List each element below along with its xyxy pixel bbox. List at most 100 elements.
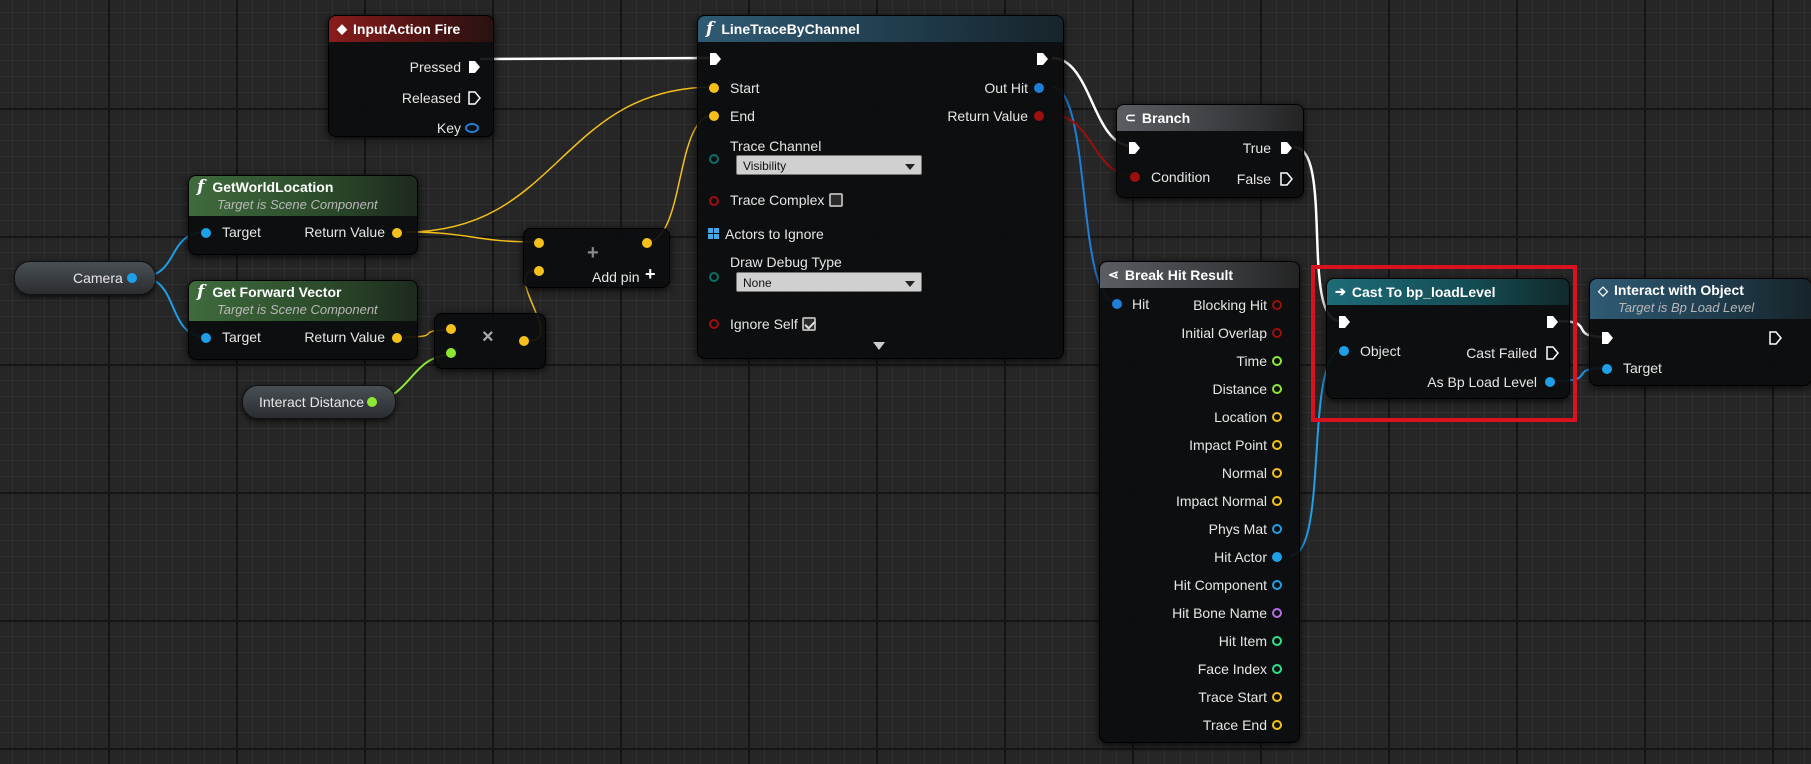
trace-channel-value: Visibility xyxy=(743,159,787,173)
break-hit-output-label: Distance xyxy=(1212,381,1267,397)
gwl-target-label: Target xyxy=(222,224,261,240)
actors-to-ignore-label: Actors to Ignore xyxy=(725,226,824,242)
break-hit-output-pin[interactable] xyxy=(1272,636,1282,646)
chevron-down-icon xyxy=(905,164,915,170)
trace-complex-pin[interactable] xyxy=(709,196,719,206)
add-input-b-pin[interactable] xyxy=(534,266,544,276)
ignore-self-checkbox[interactable] xyxy=(802,317,816,331)
gfv-return-pin[interactable] xyxy=(392,333,402,343)
draw-debug-dropdown[interactable]: None xyxy=(736,272,922,292)
array-grid-icon[interactable] xyxy=(708,228,719,239)
branch-header[interactable]: ⊂ Branch xyxy=(1117,105,1303,131)
hit-struct-input-pin[interactable] xyxy=(1112,299,1122,309)
interact-distance-variable-node[interactable]: Interact Distance xyxy=(242,385,396,419)
get-forward-vector-subtitle: Target is Scene Component xyxy=(217,302,378,317)
expand-arrow-icon[interactable] xyxy=(872,341,886,351)
break-hit-output-pin[interactable] xyxy=(1272,608,1282,618)
break-hit-output-pin[interactable] xyxy=(1272,692,1282,702)
break-hit-output-label: Trace End xyxy=(1202,717,1267,733)
condition-pin[interactable] xyxy=(1130,172,1140,182)
input-action-header[interactable]: ◆ InputAction Fire xyxy=(329,16,493,42)
multiply-input-b-pin[interactable] xyxy=(446,348,456,358)
camera-label: Camera xyxy=(73,270,123,286)
break-hit-output-pin[interactable] xyxy=(1272,580,1282,590)
add-output-pin[interactable] xyxy=(642,238,652,248)
false-exec-pin[interactable] xyxy=(1279,172,1293,186)
true-exec-pin[interactable] xyxy=(1279,141,1293,155)
wire xyxy=(479,56,715,61)
break-hit-output-pin[interactable] xyxy=(1272,720,1282,730)
break-hit-output-pin[interactable] xyxy=(1272,468,1282,478)
break-hit-result-node[interactable]: ⋖ Break Hit Result Hit Blocking Hit Initi… xyxy=(1099,261,1300,743)
break-hit-output-label: Time xyxy=(1236,353,1267,369)
pressed-label: Pressed xyxy=(409,59,461,75)
trace-channel-pin[interactable] xyxy=(709,154,719,164)
break-hit-output-pin[interactable] xyxy=(1272,384,1282,394)
break-hit-output-pin[interactable] xyxy=(1272,356,1282,366)
multiply-node[interactable]: × xyxy=(434,313,546,369)
released-exec-pin[interactable] xyxy=(467,91,481,105)
line-trace-node[interactable]: f LineTraceByChannel Start End Trace Cha… xyxy=(697,15,1064,359)
break-hit-output-pin[interactable] xyxy=(1272,412,1282,422)
input-action-fire-node[interactable]: ◆ InputAction Fire Pressed Released Key xyxy=(328,15,494,137)
line-trace-exec-in[interactable] xyxy=(708,52,722,66)
interact-title: Interact with Object xyxy=(1614,282,1744,298)
interact-target-pin[interactable] xyxy=(1602,364,1612,374)
return-value-bool-pin[interactable] xyxy=(1034,111,1044,121)
get-world-location-node[interactable]: f GetWorldLocation Target is Scene Compon… xyxy=(188,175,418,255)
interact-exec-out[interactable] xyxy=(1768,331,1782,345)
multiply-output-pin[interactable] xyxy=(519,336,529,346)
break-hit-output-label: Hit Component xyxy=(1173,577,1267,593)
interact-header[interactable]: ◇ Interact with Object Target is Bp Load … xyxy=(1590,279,1811,319)
camera-variable-node[interactable]: Camera xyxy=(14,261,156,295)
multiply-symbol-icon: × xyxy=(482,326,494,348)
ignore-self-pin[interactable] xyxy=(709,319,719,329)
break-hit-output-label: Phys Mat xyxy=(1208,521,1267,537)
add-pin-plus-icon[interactable]: + xyxy=(645,265,656,283)
add-vector-node[interactable]: + Add pin + xyxy=(523,228,670,288)
break-hit-output-pin[interactable] xyxy=(1272,552,1282,562)
break-hit-output-label: Blocking Hit xyxy=(1193,297,1267,313)
break-hit-output-pin[interactable] xyxy=(1272,300,1282,310)
break-hit-output-pin[interactable] xyxy=(1272,664,1282,674)
draw-debug-type-pin[interactable] xyxy=(709,272,719,282)
trace-complex-checkbox[interactable] xyxy=(829,193,843,207)
branch-exec-in[interactable] xyxy=(1127,141,1141,155)
break-hit-output-label: Impact Normal xyxy=(1175,493,1267,509)
key-struct-pin[interactable] xyxy=(465,123,479,133)
end-pin[interactable] xyxy=(709,111,719,121)
add-input-a-pin[interactable] xyxy=(534,238,544,248)
branch-node[interactable]: ⊂ Branch Condition True False xyxy=(1116,104,1304,198)
trace-channel-dropdown[interactable]: Visibility xyxy=(736,155,922,175)
chevron-down-icon xyxy=(905,281,915,287)
return-value-label: Return Value xyxy=(947,108,1028,124)
break-hit-result-title: Break Hit Result xyxy=(1124,267,1234,283)
interact-distance-pin[interactable] xyxy=(367,397,377,407)
line-trace-header[interactable]: f LineTraceByChannel xyxy=(698,16,1063,42)
break-hit-result-header[interactable]: ⋖ Break Hit Result xyxy=(1100,262,1299,288)
get-forward-vector-header[interactable]: f Get Forward Vector Target is Scene Comp… xyxy=(189,281,417,321)
interact-exec-in[interactable] xyxy=(1600,331,1614,345)
get-world-location-header[interactable]: f GetWorldLocation Target is Scene Compon… xyxy=(189,176,417,216)
multiply-input-a-pin[interactable] xyxy=(446,324,456,334)
break-hit-output-label: Impact Point xyxy=(1189,437,1267,453)
break-hit-output-pin[interactable] xyxy=(1272,328,1282,338)
gfv-target-pin[interactable] xyxy=(201,333,211,343)
gwl-target-pin[interactable] xyxy=(201,228,211,238)
break-hit-output-pin[interactable] xyxy=(1272,524,1282,534)
break-hit-output-pin[interactable] xyxy=(1272,496,1282,506)
false-label: False xyxy=(1236,171,1271,187)
interact-with-object-node[interactable]: ◇ Interact with Object Target is Bp Load … xyxy=(1589,278,1811,386)
break-hit-output-pin[interactable] xyxy=(1272,440,1282,450)
camera-output-pin[interactable] xyxy=(127,273,137,283)
pressed-exec-pin[interactable] xyxy=(467,60,481,74)
out-hit-pin[interactable] xyxy=(1034,83,1044,93)
branch-fork-icon: ⊂ xyxy=(1125,110,1136,125)
gfv-target-label: Target xyxy=(222,329,261,345)
start-pin[interactable] xyxy=(709,83,719,93)
line-trace-exec-out[interactable] xyxy=(1035,52,1049,66)
gwl-return-pin[interactable] xyxy=(392,228,402,238)
get-forward-vector-node[interactable]: f Get Forward Vector Target is Scene Comp… xyxy=(188,280,418,360)
break-hit-output-label: Face Index xyxy=(1197,661,1267,677)
function-icon: f xyxy=(197,282,205,302)
